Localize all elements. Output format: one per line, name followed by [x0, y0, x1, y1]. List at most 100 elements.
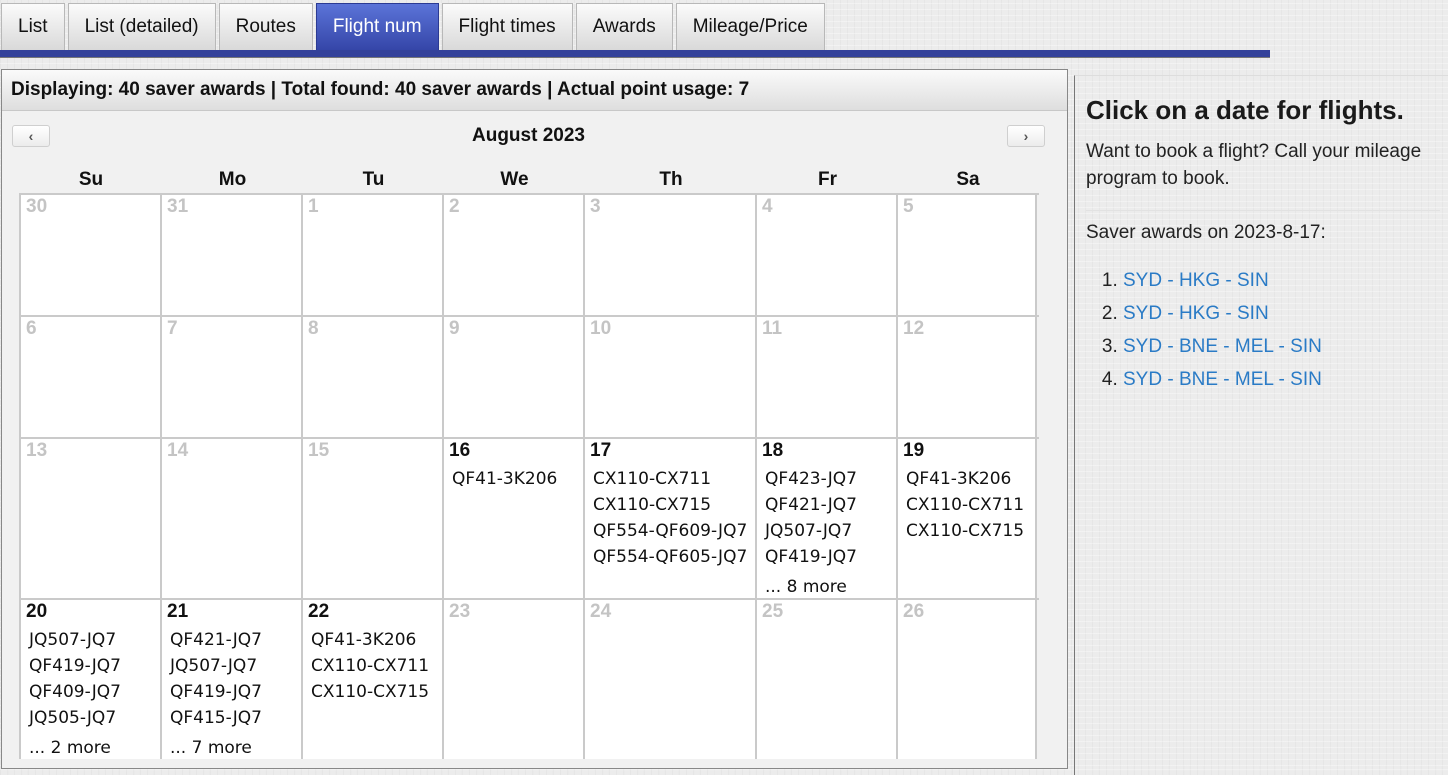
flight-number-item[interactable]: JQ507-JQ7: [765, 518, 896, 544]
results-summary: Displaying: 40 saver awards | Total foun…: [2, 70, 1067, 111]
calendar-day: 14: [160, 439, 301, 598]
day-number: 24: [590, 601, 612, 622]
day-number: 30: [26, 196, 48, 217]
route-link[interactable]: SYD - HKG - SIN: [1123, 303, 1269, 324]
day-number: 22: [308, 601, 330, 622]
calendar-day: 15: [301, 439, 442, 598]
day-number: 8: [308, 318, 319, 339]
flight-number-item[interactable]: QF421-JQ7: [170, 627, 301, 653]
flight-number-item[interactable]: CX110-CX715: [311, 679, 442, 705]
flight-number-item[interactable]: CX110-CX715: [906, 518, 1035, 544]
calendar-day: 9: [442, 317, 583, 437]
route-link[interactable]: SYD - HKG - SIN: [1123, 270, 1269, 291]
calendar-day[interactable]: 17 CX110-CX711 CX110-CX715 QF554-QF609-JQ7 Q…: [583, 439, 755, 598]
tab-flight-times[interactable]: Flight times: [441, 3, 573, 50]
flight-number-item[interactable]: QF41-3K206: [906, 466, 1035, 492]
calendar-week: 6 7 8 9 10 11 12: [19, 315, 1039, 437]
day-number: 25: [762, 601, 784, 622]
view-tabs: List List (detailed) Routes Flight num Fligh…: [0, 0, 1270, 60]
calendar-day: 2: [442, 195, 583, 315]
calendar-day[interactable]: 18 QF423-JQ7 QF421-JQ7 JQ507-JQ7 QF419-JQ7..…: [755, 439, 896, 598]
calendar-day: 7: [160, 317, 301, 437]
flight-number-item[interactable]: JQ507-JQ7: [29, 627, 160, 653]
day-number: 31: [167, 196, 189, 217]
flight-list: QF423-JQ7 QF421-JQ7 JQ507-JQ7 QF419-JQ7 ... …: [762, 466, 896, 598]
weekday-label: Th: [659, 169, 683, 190]
flight-number-item[interactable]: QF423-JQ7: [765, 466, 896, 492]
flight-number-item[interactable]: QF41-3K206: [311, 627, 442, 653]
day-number: 9: [449, 318, 460, 339]
more-flights-link[interactable]: ... 8 more: [765, 576, 896, 598]
flight-number-item[interactable]: CX110-CX715: [593, 492, 755, 518]
flight-number-item[interactable]: JQ505-JQ7: [29, 705, 160, 731]
day-number: 1: [308, 196, 319, 217]
flight-number-item[interactable]: CX110-CX711: [311, 653, 442, 679]
route-list: SYD - HKG - SIN SYD - HKG - SIN SYD - BNE …: [1086, 264, 1437, 396]
flight-number-item[interactable]: QF419-JQ7: [29, 653, 160, 679]
calendar-day: 1: [301, 195, 442, 315]
day-number: 14: [167, 440, 189, 461]
calendar-day: 8: [301, 317, 442, 437]
calendar-day[interactable]: 22 QF41-3K206 CX110-CX711 CX110-CX715: [301, 600, 442, 759]
tab-mileage-price[interactable]: Mileage/Price: [675, 3, 825, 50]
selected-date-heading: Saver awards on 2023-8-17:: [1086, 222, 1326, 243]
calendar-day[interactable]: 19 QF41-3K206 CX110-CX711 CX110-CX715: [896, 439, 1037, 598]
day-number: 5: [903, 196, 914, 217]
calendar-day: 12: [896, 317, 1037, 437]
calendar-week: 13 14 15 16 QF41-3K206 17 CX110-CX711 CX110-CX7…: [19, 437, 1039, 598]
day-number: 21: [167, 601, 189, 622]
flight-number-item[interactable]: QF421-JQ7: [765, 492, 896, 518]
weekday-label: Mo: [218, 169, 247, 190]
tab-awards[interactable]: Awards: [575, 3, 673, 50]
calendar-day: 24: [583, 600, 755, 759]
calendar-header: ‹ August 2023 ›: [2, 111, 1067, 163]
weekday-label: Fr: [818, 169, 837, 190]
flight-number-item[interactable]: QF415-JQ7: [170, 705, 301, 731]
flight-number-item[interactable]: QF41-3K206: [452, 466, 583, 492]
flight-list: QF41-3K206 CX110-CX711 CX110-CX715: [903, 466, 1035, 544]
day-number: 18: [762, 440, 784, 461]
calendar-day: 13: [19, 439, 160, 598]
more-flights-link[interactable]: ... 2 more: [29, 737, 160, 759]
calendar-day[interactable]: 16 QF41-3K206: [442, 439, 583, 598]
more-flights-link[interactable]: ... 7 more: [170, 737, 301, 759]
calendar-day: 4: [755, 195, 896, 315]
tab-flight-num[interactable]: Flight num: [315, 3, 439, 50]
flight-number-item[interactable]: CX110-CX711: [906, 492, 1035, 518]
calendar-day: 26: [896, 600, 1037, 759]
divider: [1086, 210, 1440, 211]
booking-instructions: Want to book a flight? Call your mileage…: [1086, 141, 1422, 189]
day-number: 19: [903, 440, 925, 461]
calendar-day[interactable]: 20 JQ507-JQ7 QF419-JQ7 QF409-JQ7 JQ505-JQ7..…: [19, 600, 160, 759]
tab-routes[interactable]: Routes: [218, 3, 313, 50]
calendar-day: 25: [755, 600, 896, 759]
flight-list: QF421-JQ7 JQ507-JQ7 QF419-JQ7 QF415-JQ7 ... …: [167, 627, 301, 759]
calendar-panel: Displaying: 40 saver awards | Total foun…: [1, 69, 1068, 769]
flight-number-item[interactable]: QF419-JQ7: [765, 544, 896, 570]
next-month-button[interactable]: ›: [1007, 125, 1045, 147]
flight-number-item[interactable]: QF554-QF605-JQ7: [593, 544, 755, 570]
route-item: SYD - HKG - SIN: [1123, 297, 1437, 330]
flight-list: JQ507-JQ7 QF419-JQ7 QF409-JQ7 JQ505-JQ7 ... …: [26, 627, 160, 759]
flight-number-item[interactable]: QF419-JQ7: [170, 679, 301, 705]
day-number: 17: [590, 440, 612, 461]
day-number: 2: [449, 196, 460, 217]
route-item: SYD - HKG - SIN: [1123, 264, 1437, 297]
tab-list-detailed[interactable]: List (detailed): [67, 3, 216, 50]
route-link[interactable]: SYD - BNE - MEL - SIN: [1123, 369, 1322, 390]
info-title: Click on a date for flights.: [1086, 95, 1404, 125]
tab-list[interactable]: List: [1, 3, 65, 50]
weekday-header: Su Mo Tu We Th Fr Sa: [20, 163, 1038, 193]
day-number: 6: [26, 318, 37, 339]
calendar-day: 31: [160, 195, 301, 315]
day-number: 13: [26, 440, 48, 461]
chevron-right-icon: ›: [1023, 128, 1029, 144]
flight-number-item[interactable]: QF409-JQ7: [29, 679, 160, 705]
route-link[interactable]: SYD - BNE - MEL - SIN: [1123, 336, 1322, 357]
day-number: 23: [449, 601, 471, 622]
flight-number-item[interactable]: CX110-CX711: [593, 466, 755, 492]
calendar-day[interactable]: 21 QF421-JQ7 JQ507-JQ7 QF419-JQ7 QF415-JQ7..…: [160, 600, 301, 759]
calendar-day: 23: [442, 600, 583, 759]
flight-number-item[interactable]: QF554-QF609-JQ7: [593, 518, 755, 544]
flight-number-item[interactable]: JQ507-JQ7: [170, 653, 301, 679]
